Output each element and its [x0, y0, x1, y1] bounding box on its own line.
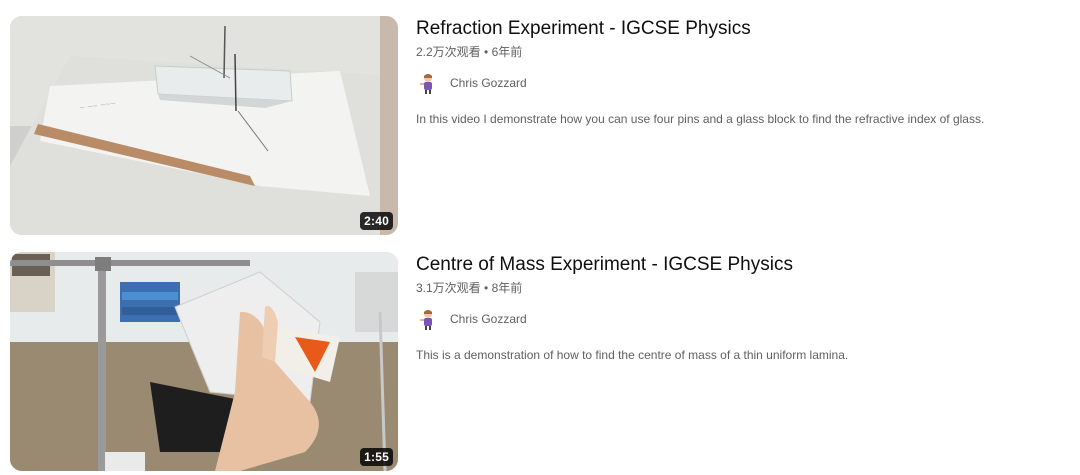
video-thumbnail[interactable]: 1:55 — [10, 252, 398, 471]
stats-separator: • — [480, 281, 492, 295]
video-thumbnail[interactable]: ~ ~~ ~~~ 2:40 — [10, 16, 398, 235]
video-stats: 3.1万次观看 • 8年前 — [416, 279, 1056, 297]
channel-name[interactable]: Chris Gozzard — [450, 312, 527, 326]
upload-age: 8年前 — [491, 281, 523, 295]
video-description: In this video I demonstrate how you can … — [416, 112, 985, 126]
channel-avatar[interactable] — [416, 307, 440, 331]
video-meta: Refraction Experiment - IGCSE Physics 2.… — [416, 16, 1056, 128]
view-count: 3.1万次观看 — [416, 281, 481, 295]
view-count: 2.2万次观看 — [416, 45, 481, 59]
upload-age: 6年前 — [491, 45, 523, 59]
video-result[interactable]: 1:55 Centre of Mass Experiment - IGCSE P… — [10, 252, 1070, 472]
channel-link[interactable]: Chris Gozzard — [416, 307, 1056, 331]
video-duration: 2:40 — [360, 212, 393, 230]
video-title[interactable]: Refraction Experiment - IGCSE Physics — [416, 16, 1056, 42]
video-title[interactable]: Centre of Mass Experiment - IGCSE Physic… — [416, 252, 1056, 278]
video-duration: 1:55 — [360, 448, 393, 466]
video-result[interactable]: ~ ~~ ~~~ 2:40 Refraction Experiment - IG… — [10, 16, 1070, 236]
stats-separator: • — [480, 45, 492, 59]
channel-avatar[interactable] — [416, 71, 440, 95]
channel-name[interactable]: Chris Gozzard — [450, 76, 527, 90]
search-results: ~ ~~ ~~~ 2:40 Refraction Experiment - IG… — [0, 0, 1080, 475]
thumbnail-image — [10, 252, 398, 471]
channel-link[interactable]: Chris Gozzard — [416, 71, 1056, 95]
thumbnail-image: ~ ~~ ~~~ — [10, 16, 398, 235]
video-meta: Centre of Mass Experiment - IGCSE Physic… — [416, 252, 1056, 364]
video-stats: 2.2万次观看 • 6年前 — [416, 43, 1056, 61]
video-description: This is a demonstration of how to find t… — [416, 348, 849, 362]
